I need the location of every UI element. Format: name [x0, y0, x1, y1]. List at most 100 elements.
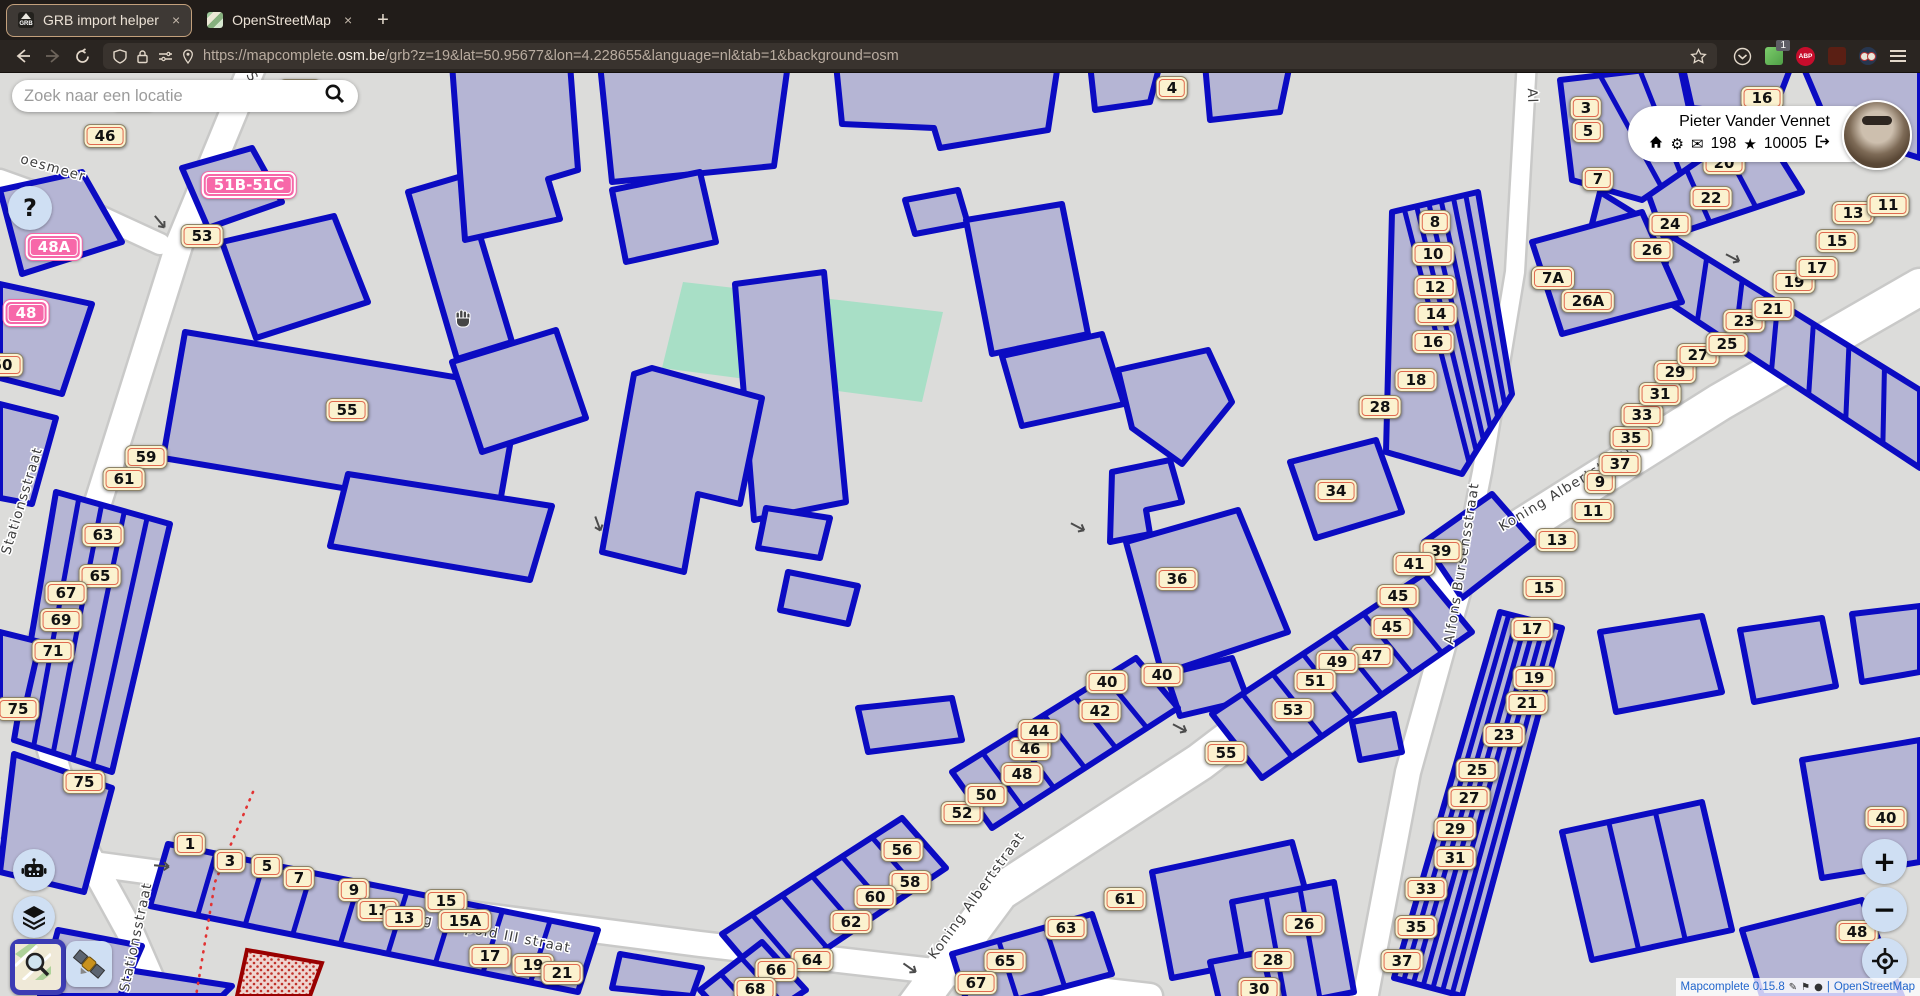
housenumber-badge[interactable]: 67	[45, 581, 88, 605]
housenumber-badge[interactable]: 59	[125, 445, 168, 469]
messages-envelope-icon[interactable]: ✉	[1691, 135, 1704, 153]
background-osm-button[interactable]	[10, 939, 66, 995]
housenumber-badge[interactable]: 63	[1045, 916, 1088, 940]
housenumber-badge[interactable]: 75	[63, 770, 106, 794]
url-bar[interactable]: https://mapcomplete.osm.be/grb?z=19&lat=…	[103, 43, 1717, 69]
tab-close-icon[interactable]: ×	[172, 12, 180, 28]
housenumber-badge[interactable]: 15	[1523, 576, 1566, 600]
housenumber-badge[interactable]: 33	[1405, 877, 1448, 901]
housenumber-badge[interactable]: 30	[1238, 977, 1281, 996]
housenumber-badge[interactable]: 67	[955, 971, 998, 995]
housenumber-badge[interactable]: 45	[1377, 584, 1420, 608]
housenumber-badge[interactable]: 5	[1572, 119, 1604, 143]
housenumber-badge[interactable]: 14	[1415, 302, 1458, 326]
housenumber-badge[interactable]: 61	[1104, 887, 1147, 911]
housenumber-badge[interactable]: 56	[881, 838, 924, 862]
housenumber-badge[interactable]: 13	[1536, 528, 1579, 552]
housenumber-badge[interactable]: 31	[1639, 382, 1682, 406]
import-housenumber-badge[interactable]: 48A	[26, 234, 82, 260]
housenumber-badge[interactable]: 27	[1448, 786, 1491, 810]
housenumber-badge[interactable]: 17	[1796, 256, 1839, 280]
housenumber-badge[interactable]: 53	[181, 224, 224, 248]
new-tab-button[interactable]: +	[377, 9, 389, 32]
housenumber-badge[interactable]: 22	[1690, 186, 1733, 210]
housenumber-badge[interactable]: 11	[1572, 499, 1615, 523]
tab-close-icon[interactable]: ×	[344, 12, 352, 28]
user-avatar[interactable]	[1842, 100, 1912, 170]
housenumber-badge[interactable]: 21	[1752, 297, 1795, 321]
housenumber-badge[interactable]: 60	[854, 885, 897, 909]
housenumber-badge[interactable]: 19	[1513, 666, 1556, 690]
housenumber-badge[interactable]: 16	[1412, 330, 1455, 354]
housenumber-badge[interactable]: 69	[40, 608, 83, 632]
housenumber-badge[interactable]: 62	[830, 910, 873, 934]
housenumber-badge[interactable]: 61	[103, 467, 146, 491]
background-satellite-button[interactable]	[66, 941, 112, 987]
housenumber-badge[interactable]: 8	[1419, 210, 1451, 234]
housenumber-badge[interactable]: 4	[1156, 76, 1188, 100]
housenumber-badge[interactable]: 34	[1315, 479, 1358, 503]
housenumber-badge[interactable]: 68	[734, 977, 777, 996]
housenumber-badge[interactable]: 25	[1456, 758, 1499, 782]
lock-icon[interactable]	[136, 49, 149, 64]
housenumber-badge[interactable]: 50	[0, 353, 23, 377]
bookmark-star-icon[interactable]	[1690, 48, 1707, 65]
housenumber-badge[interactable]: 3	[1570, 96, 1602, 120]
housenumber-badge[interactable]: 17	[469, 944, 512, 968]
housenumber-badge[interactable]: 40	[1865, 806, 1908, 830]
housenumber-badge[interactable]: 63	[82, 523, 125, 547]
tab-openstreetmap[interactable]: OpenStreetMap ×	[196, 5, 363, 36]
housenumber-badge[interactable]: 46	[84, 124, 127, 148]
housenumber-badge[interactable]: 42	[1079, 699, 1122, 723]
map-attribution[interactable]: Mapcomplete 0.15.8 ✎ ⚑ ● | OpenStreetMap	[1676, 978, 1920, 996]
import-robot-button[interactable]	[13, 849, 55, 891]
housenumber-badge[interactable]: 29	[1434, 817, 1477, 841]
housenumber-badge[interactable]: 44	[1018, 719, 1061, 743]
consent-extension-icon[interactable]	[1828, 47, 1846, 65]
adblock-plus-icon[interactable]: ABP	[1796, 47, 1815, 66]
housenumber-badge[interactable]: 55	[326, 398, 369, 422]
housenumber-badge[interactable]: 50	[965, 783, 1008, 807]
housenumber-badge[interactable]: 55	[1205, 741, 1248, 765]
housenumber-badge[interactable]: 36	[1156, 567, 1199, 591]
housenumber-badge[interactable]: 45	[1371, 615, 1414, 639]
home-icon[interactable]	[1648, 134, 1664, 154]
housenumber-badge[interactable]: 15A	[438, 909, 492, 933]
housenumber-badge[interactable]: 24	[1649, 212, 1692, 236]
tree-extension-icon[interactable]: 1	[1765, 47, 1783, 65]
housenumber-badge[interactable]: 35	[1610, 426, 1653, 450]
zoom-out-button[interactable]: −	[1862, 887, 1907, 932]
housenumber-badge[interactable]: 26A	[1561, 289, 1615, 313]
housenumber-badge[interactable]: 17	[1511, 617, 1554, 641]
user-panel[interactable]: Pieter Vander Vennet ⚙ ✉ 198 ★ 10005	[1628, 106, 1878, 162]
search-icon[interactable]	[324, 83, 346, 110]
housenumber-badge[interactable]: 40	[1086, 670, 1129, 694]
settings-gear-icon[interactable]: ⚙	[1671, 135, 1684, 153]
pocket-icon[interactable]	[1733, 47, 1752, 66]
housenumber-badge[interactable]: 71	[32, 639, 75, 663]
housenumber-badge[interactable]: 13	[383, 906, 426, 930]
osm-extension-icon[interactable]	[1859, 47, 1877, 65]
logout-icon[interactable]	[1814, 134, 1830, 154]
housenumber-badge[interactable]: 21	[1506, 691, 1549, 715]
zoom-in-button[interactable]: +	[1862, 839, 1907, 884]
housenumber-badge[interactable]: 15	[1816, 229, 1859, 253]
permissions-icon[interactable]	[158, 50, 173, 63]
housenumber-badge[interactable]: 1	[174, 832, 206, 856]
tab-grb-import-helper[interactable]: GRB GRB import helper ×	[6, 4, 192, 37]
housenumber-badge[interactable]: 3	[214, 849, 246, 873]
forward-icon[interactable]	[44, 47, 62, 65]
housenumber-badge[interactable]: 5	[251, 854, 283, 878]
housenumber-badge[interactable]: 26	[1283, 912, 1326, 936]
housenumber-badge[interactable]: 51	[1294, 669, 1337, 693]
import-housenumber-badge[interactable]: 51B-51C	[202, 172, 296, 198]
housenumber-badge[interactable]: 23	[1483, 723, 1526, 747]
map-canvas[interactable]: StationsstraatStationsstraatStaoesmeerKo…	[0, 72, 1920, 996]
housenumber-badge[interactable]: 10	[1412, 242, 1455, 266]
housenumber-badge[interactable]: 7	[283, 866, 315, 890]
housenumber-badge[interactable]: 48	[1001, 762, 1044, 786]
housenumber-badge[interactable]: 25	[1706, 332, 1749, 356]
housenumber-badge[interactable]: 26	[1631, 238, 1674, 262]
layers-button[interactable]	[13, 896, 55, 938]
housenumber-badge[interactable]: 11	[1867, 193, 1910, 217]
